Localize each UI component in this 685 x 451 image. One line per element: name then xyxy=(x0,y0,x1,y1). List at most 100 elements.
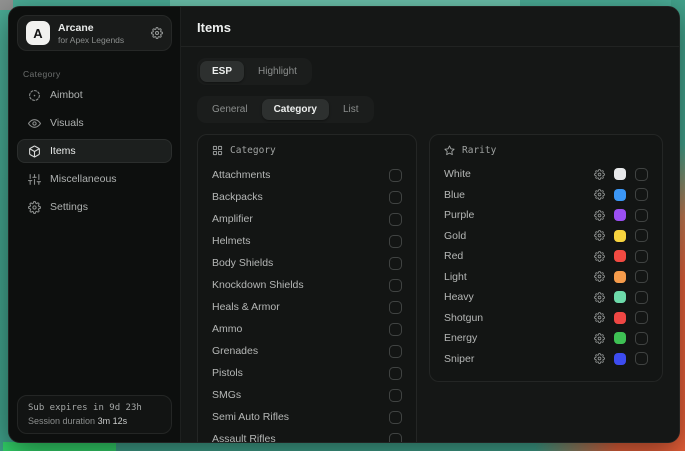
category-row: Knockdown Shields xyxy=(212,274,402,296)
main-header: Items xyxy=(181,7,679,47)
tab-general[interactable]: General xyxy=(200,99,260,120)
rarity-panel-header: Rarity xyxy=(444,145,648,156)
rarity-color-swatch[interactable] xyxy=(614,291,626,303)
gear-icon[interactable] xyxy=(594,251,605,262)
rarity-color-swatch[interactable] xyxy=(614,271,626,283)
rarity-controls xyxy=(594,168,648,181)
mode-tabs: ESP Highlight xyxy=(197,58,312,85)
category-checkbox[interactable] xyxy=(389,367,402,380)
gear-icon[interactable] xyxy=(594,333,605,344)
sidebar: A Arcane for Apex Legends Category Aimbo… xyxy=(9,7,181,442)
brand-gear-icon[interactable] xyxy=(151,27,163,39)
category-checkbox[interactable] xyxy=(389,433,402,444)
rarity-label: Heavy xyxy=(444,291,594,303)
rarity-color-swatch[interactable] xyxy=(614,168,626,180)
rarity-controls xyxy=(594,188,648,201)
grid-icon xyxy=(212,145,223,156)
rarity-checkbox[interactable] xyxy=(635,311,648,324)
gear-icon[interactable] xyxy=(594,210,605,221)
tab-highlight[interactable]: Highlight xyxy=(246,61,309,82)
category-checkbox[interactable] xyxy=(389,257,402,270)
gear-icon[interactable] xyxy=(594,312,605,323)
sidebar-nav: Aimbot Visuals Items xyxy=(9,83,180,219)
sidebar-item-miscellaneous[interactable]: Miscellaneous xyxy=(17,167,172,191)
sub-expires-line: Sub expires in 9d 23h xyxy=(28,403,161,413)
rarity-checkbox[interactable] xyxy=(635,250,648,263)
mode-tabs-row: ESP Highlight xyxy=(197,58,663,85)
category-row: Grenades xyxy=(212,340,402,362)
rarity-color-swatch[interactable] xyxy=(614,209,626,221)
rarity-checkbox[interactable] xyxy=(635,209,648,222)
rarity-row: White xyxy=(444,164,648,185)
rarity-row: Red xyxy=(444,246,648,267)
sidebar-item-items[interactable]: Items xyxy=(17,139,172,163)
category-checkbox[interactable] xyxy=(389,279,402,292)
gear-icon[interactable] xyxy=(594,271,605,282)
rarity-controls xyxy=(594,332,648,345)
tab-list[interactable]: List xyxy=(331,99,371,120)
category-row: Attachments xyxy=(212,164,402,186)
sidebar-item-visuals[interactable]: Visuals xyxy=(17,111,172,135)
category-row: Pistols xyxy=(212,362,402,384)
rarity-controls xyxy=(594,270,648,283)
rarity-color-swatch[interactable] xyxy=(614,230,626,242)
sidebar-item-label: Visuals xyxy=(50,117,84,129)
category-label: Attachments xyxy=(212,169,389,181)
category-checkbox[interactable] xyxy=(389,169,402,182)
category-checkbox[interactable] xyxy=(389,389,402,402)
rarity-checkbox[interactable] xyxy=(635,188,648,201)
rarity-checkbox[interactable] xyxy=(635,229,648,242)
category-checkbox[interactable] xyxy=(389,411,402,424)
gear-icon[interactable] xyxy=(594,189,605,200)
rarity-color-swatch[interactable] xyxy=(614,250,626,262)
rarity-checkbox[interactable] xyxy=(635,168,648,181)
subscription-status-card: Sub expires in 9d 23h Session duration 3… xyxy=(17,395,172,434)
rarity-controls xyxy=(594,311,648,324)
category-checkbox[interactable] xyxy=(389,345,402,358)
rarity-checkbox[interactable] xyxy=(635,332,648,345)
tab-esp[interactable]: ESP xyxy=(200,61,244,82)
rarity-checkbox[interactable] xyxy=(635,291,648,304)
rarity-row: Purple xyxy=(444,205,648,226)
category-label: Helmets xyxy=(212,235,389,247)
sidebar-item-aimbot[interactable]: Aimbot xyxy=(17,83,172,107)
category-label: Body Shields xyxy=(212,257,389,269)
category-row: Semi Auto Rifles xyxy=(212,406,402,428)
main-content: ESP Highlight General Category List xyxy=(181,47,679,443)
view-tabs: General Category List xyxy=(197,96,374,123)
sidebar-item-settings[interactable]: Settings xyxy=(17,195,172,219)
category-checkbox[interactable] xyxy=(389,191,402,204)
rarity-controls xyxy=(594,291,648,304)
category-label: Grenades xyxy=(212,345,389,357)
gear-icon[interactable] xyxy=(594,230,605,241)
rarity-row: Blue xyxy=(444,185,648,206)
rarity-color-swatch[interactable] xyxy=(614,332,626,344)
category-checkbox[interactable] xyxy=(389,213,402,226)
rarity-color-swatch[interactable] xyxy=(614,312,626,324)
category-label: Pistols xyxy=(212,367,389,379)
rarity-row: Heavy xyxy=(444,287,648,308)
rarity-checkbox[interactable] xyxy=(635,270,648,283)
rarity-checkbox[interactable] xyxy=(635,352,648,365)
gear-icon[interactable] xyxy=(594,292,605,303)
category-checkbox[interactable] xyxy=(389,323,402,336)
brand-card[interactable]: A Arcane for Apex Legends xyxy=(17,15,172,51)
sub-expires-label: Sub expires in xyxy=(28,403,104,413)
brand-logo: A xyxy=(26,21,50,45)
category-checkbox[interactable] xyxy=(389,235,402,248)
rarity-label: Sniper xyxy=(444,353,594,365)
rarity-list: White xyxy=(444,164,648,369)
rarity-row: Shotgun xyxy=(444,308,648,329)
category-list: Attachments Backpacks Amplif xyxy=(212,164,402,443)
gear-icon[interactable] xyxy=(594,169,605,180)
category-panel-header: Category xyxy=(212,145,402,156)
category-panel: Category Attachments Back xyxy=(197,134,417,443)
category-checkbox[interactable] xyxy=(389,301,402,314)
tab-category[interactable]: Category xyxy=(262,99,329,120)
rarity-color-swatch[interactable] xyxy=(614,189,626,201)
rarity-controls xyxy=(594,229,648,242)
rarity-label: Light xyxy=(444,271,594,283)
page-title: Items xyxy=(197,20,663,35)
gear-icon[interactable] xyxy=(594,353,605,364)
rarity-color-swatch[interactable] xyxy=(614,353,626,365)
